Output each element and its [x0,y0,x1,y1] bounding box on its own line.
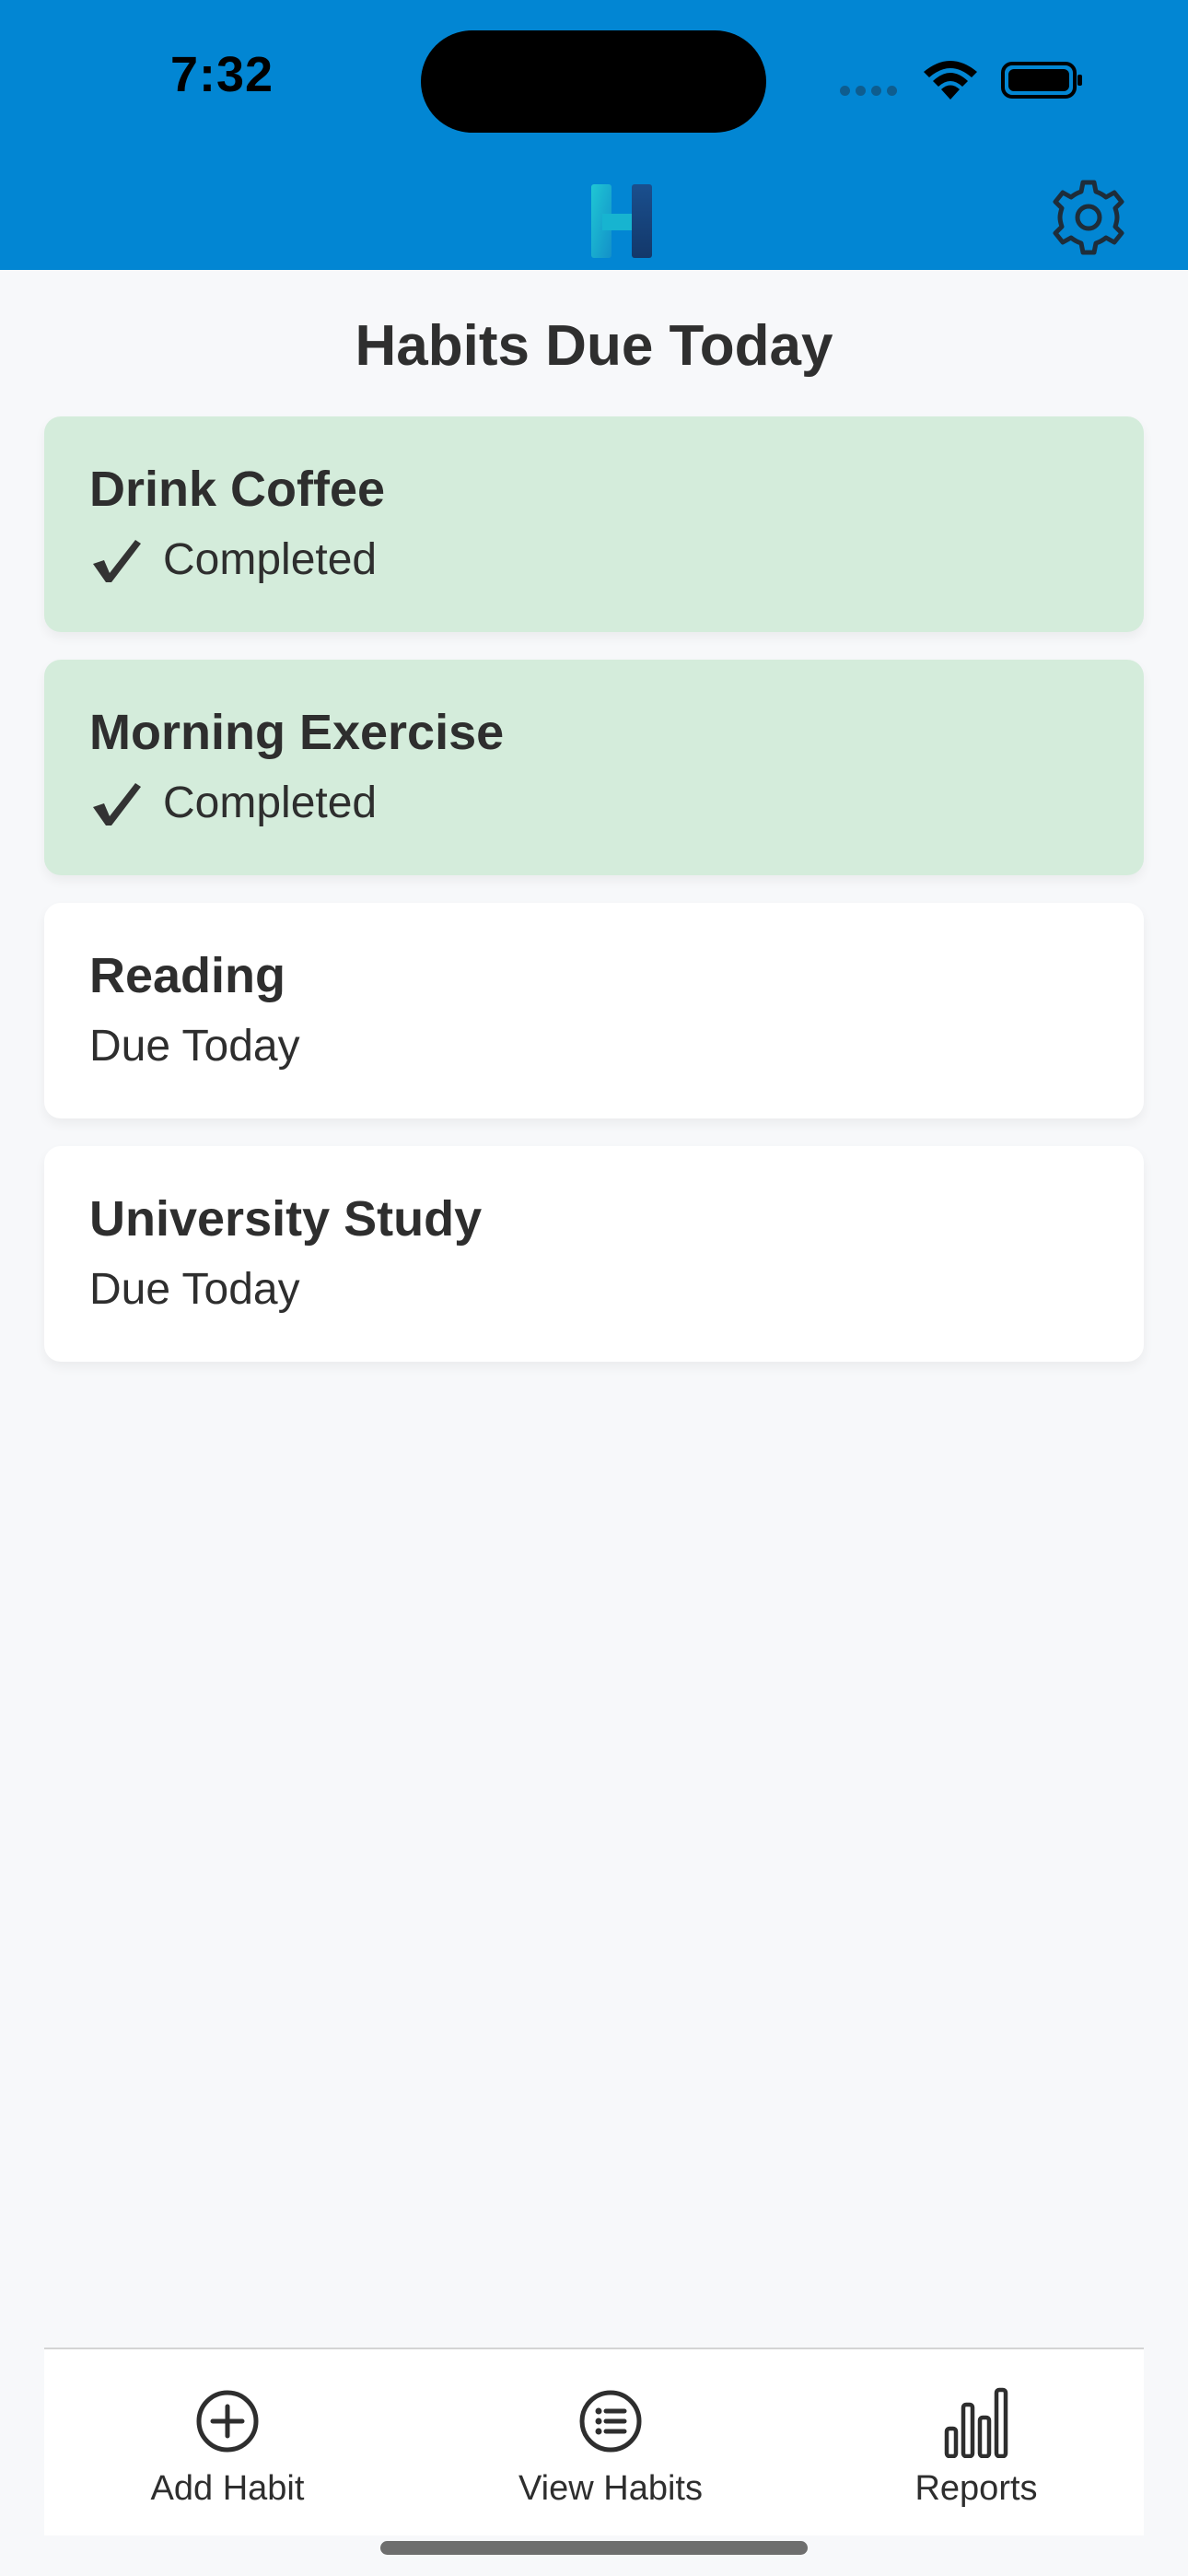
dynamic-island [421,30,766,133]
habit-status: Completed [89,778,377,828]
tab-label: Reports [914,2469,1038,2508]
status-bar-time: 7:32 [170,47,274,102]
tab-add-habit[interactable]: Add Habit [89,2349,366,2534]
habit-status: Completed [89,534,377,585]
habit-status: Due Today [89,1264,300,1315]
home-indicator[interactable] [380,2541,808,2555]
checkmark-icon [93,782,141,825]
habit-name: Reading [89,948,286,1003]
page-title: Habits Due Today [355,314,833,378]
bar-chart-icon [944,2387,1008,2458]
battery-icon [1001,62,1082,99]
habit-card-drink-coffee[interactable]: Drink Coffee Completed [44,416,1144,632]
habit-card-reading[interactable]: Reading Due Today [44,903,1144,1118]
app-header: 7:32 [0,0,1188,270]
tab-label: View Habits [518,2469,703,2508]
tab-reports[interactable]: Reports [838,2349,1114,2534]
habit-name: Drink Coffee [89,462,386,517]
cellular-signal-icon [840,84,904,96]
habit-card-university-study[interactable]: University Study Due Today [44,1146,1144,1362]
habit-status-label: Due Today [89,1265,300,1314]
status-bar-icons [840,57,1084,103]
app-logo-icon [591,184,652,258]
habit-status-label: Due Today [89,1022,300,1071]
wifi-icon [924,61,977,100]
plus-circle-icon [196,2390,259,2453]
habit-name: Morning Exercise [89,705,505,760]
habit-status-label: Completed [163,779,378,827]
settings-gear-icon[interactable] [1050,179,1127,256]
bottom-tab-bar: Add Habit View Habits Reports [44,2348,1144,2535]
checkmark-icon [93,539,141,582]
list-circle-icon [579,2390,642,2453]
habit-status-label: Completed [163,535,378,584]
tab-view-habits[interactable]: View Habits [472,2349,749,2534]
tab-label: Add Habit [150,2469,305,2508]
habit-card-morning-exercise[interactable]: Morning Exercise Completed [44,660,1144,875]
habit-name: University Study [89,1191,483,1247]
habit-status: Due Today [89,1021,300,1071]
